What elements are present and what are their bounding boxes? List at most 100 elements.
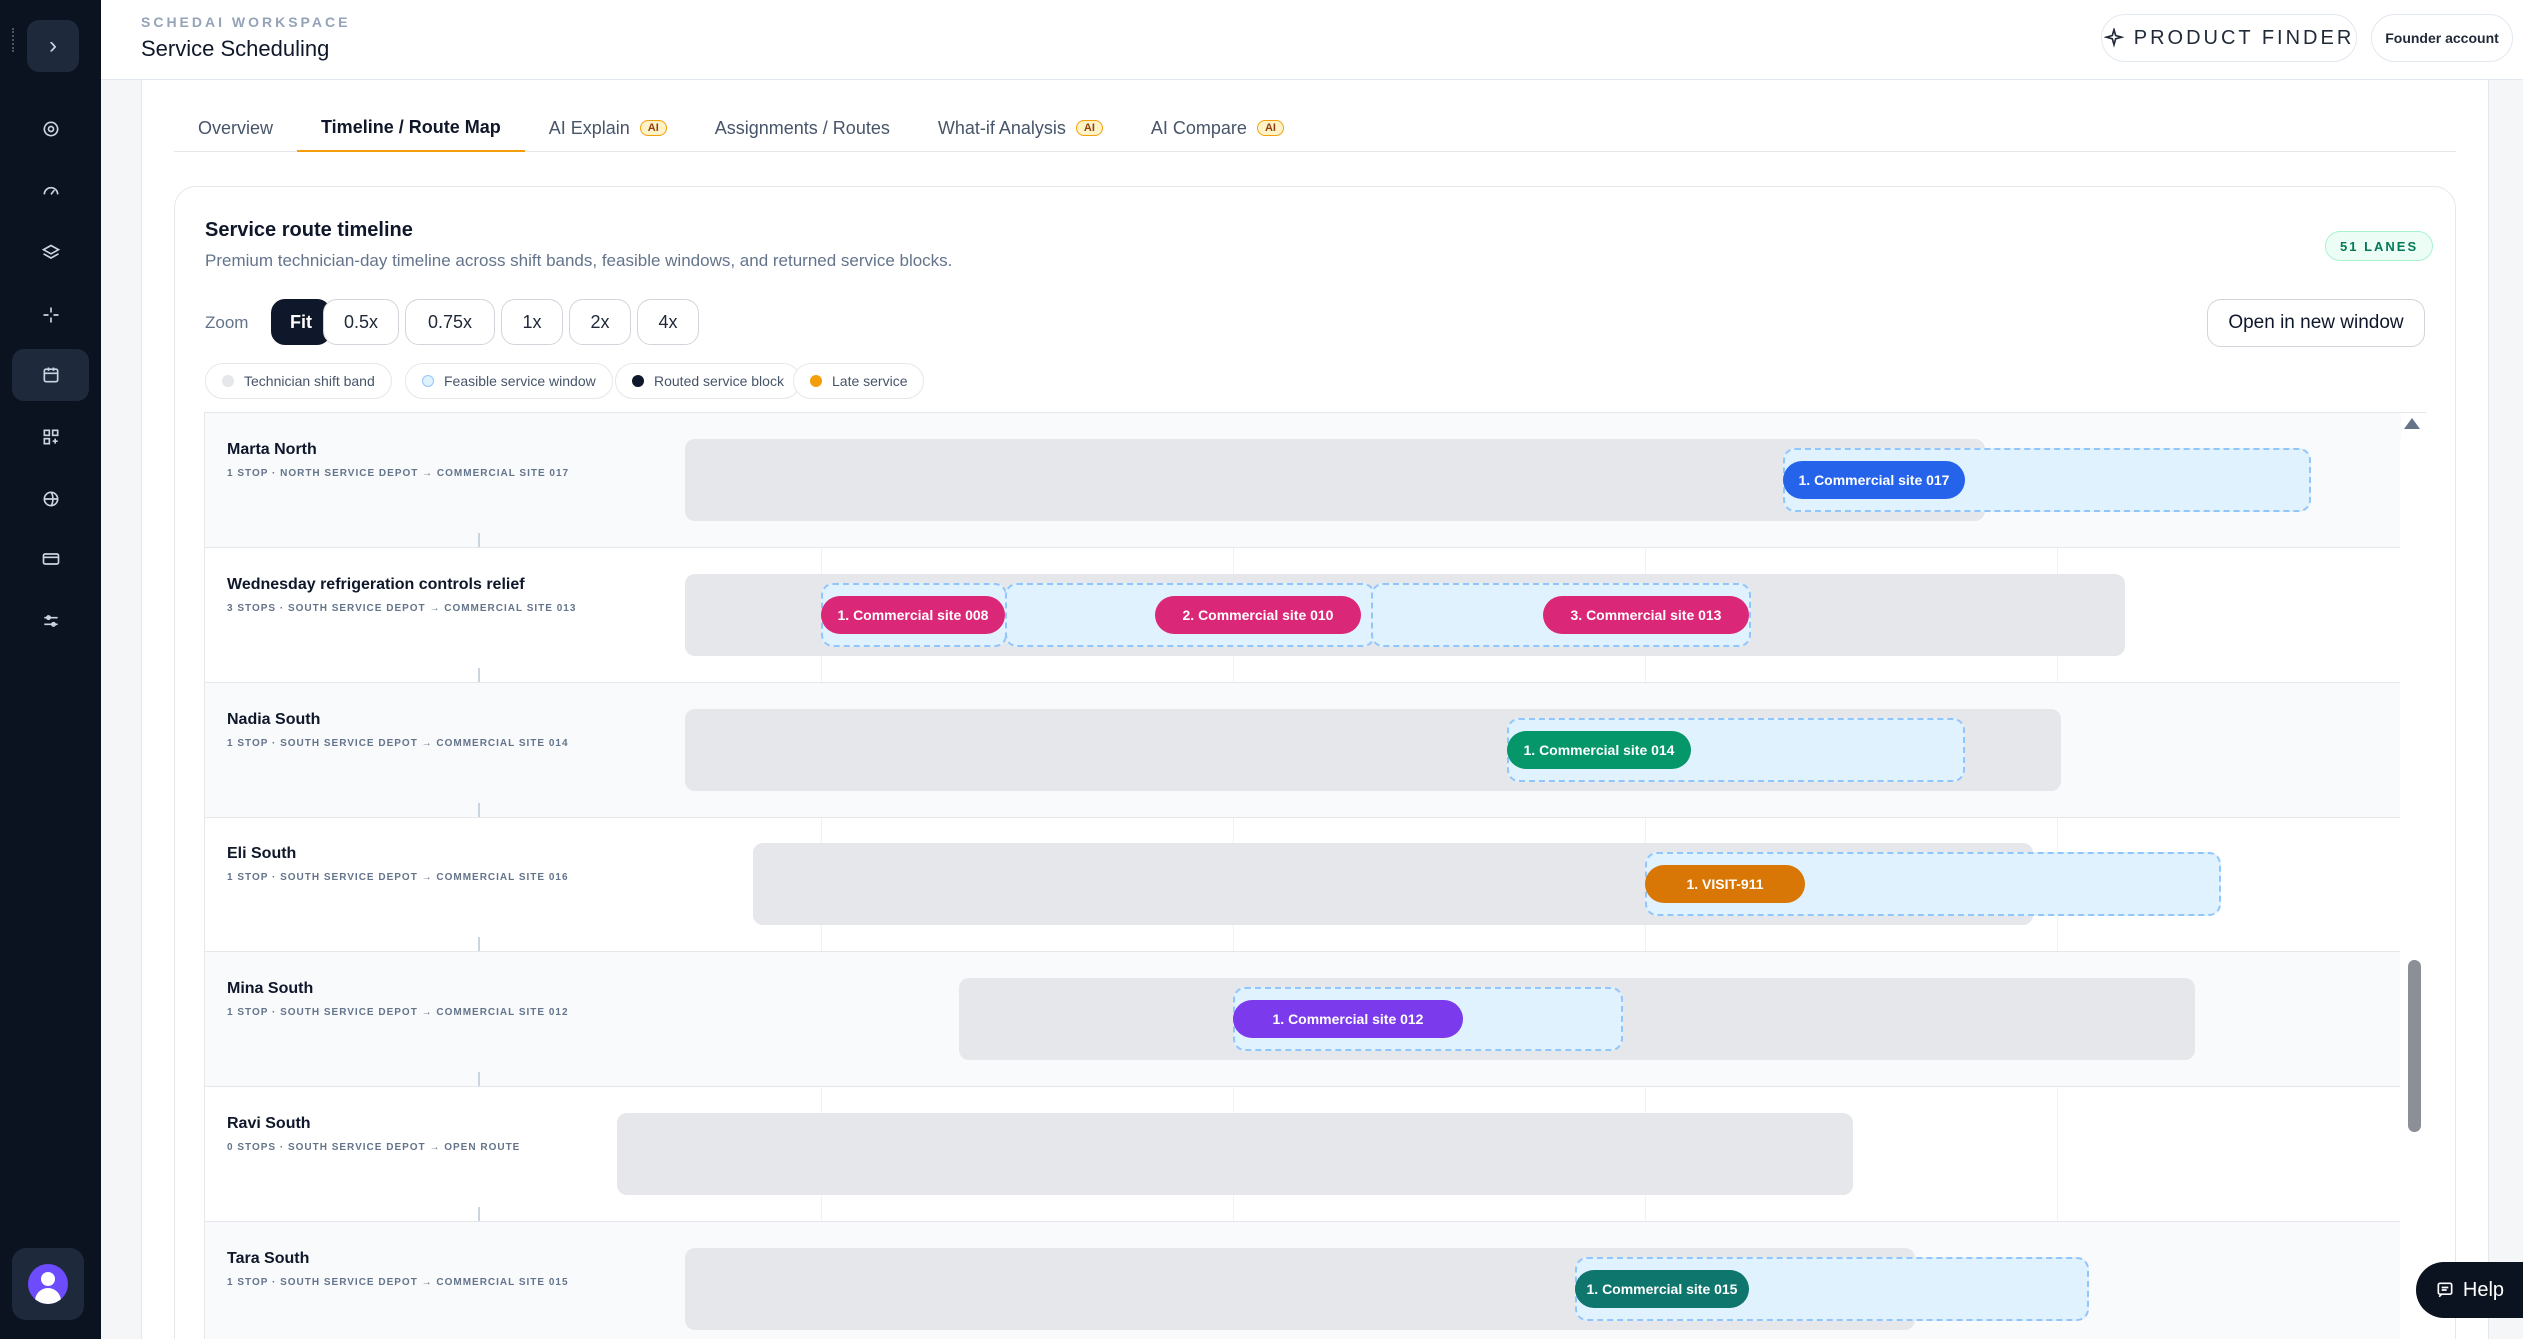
legend-item: Routed service block (615, 363, 801, 399)
user-avatar-button[interactable] (12, 1248, 84, 1320)
lane-route-summary: 1 STOP · SOUTH SERVICE DEPOT → COMMERCIA… (227, 872, 569, 883)
top-header: SCHEDAI WORKSPACE Service Scheduling PRO… (101, 0, 2523, 80)
lanes-count-badge: 51 LANES (2325, 231, 2434, 261)
page-title: Service Scheduling (141, 36, 330, 61)
gauge-icon (43, 186, 58, 195)
sidebar-item-apps[interactable] (12, 411, 89, 463)
tab-ai-explain[interactable]: AI Explain AI (525, 104, 691, 152)
routed-service-block[interactable]: 1. VISIT-911 (1645, 865, 1805, 903)
lane-technician-name: Eli South (227, 845, 297, 862)
legend-item: Technician shift band (205, 363, 392, 399)
lane-technician-name: Tara South (227, 1250, 310, 1267)
sidebar-item-ai[interactable] (12, 289, 89, 341)
avatar (28, 1264, 68, 1304)
sidebar-item-layers[interactable] (12, 227, 89, 279)
sidebar-toggle-button[interactable]: › (27, 20, 79, 72)
legend-swatch (422, 375, 434, 387)
timeline-lane: Nadia South 1 STOP · SOUTH SERVICE DEPOT … (205, 683, 2401, 818)
scroll-up-icon[interactable] (2404, 418, 2420, 429)
zoom-4x-button[interactable]: 4x (637, 299, 699, 345)
routed-service-block[interactable]: 1. Commercial site 008 (821, 596, 1005, 634)
routed-service-block[interactable]: 1. Commercial site 015 (1575, 1270, 1749, 1308)
legend-swatch (632, 375, 644, 387)
lane-technician-name: Mina South (227, 980, 314, 997)
legend-swatch (222, 375, 234, 387)
panel-title: Service route timeline (205, 219, 413, 241)
routed-service-block[interactable]: 1. Commercial site 017 (1783, 461, 1965, 499)
lane-divider-tick (478, 533, 480, 547)
zoom-Fit-button[interactable]: Fit (271, 299, 331, 345)
routed-service-block[interactable]: 3. Commercial site 013 (1543, 596, 1749, 634)
lane-divider-tick (478, 1072, 480, 1086)
tab-overview[interactable]: Overview (174, 104, 297, 152)
ai-badge: AI (1075, 120, 1103, 136)
open-new-window-button[interactable]: Open in new window (2207, 299, 2425, 347)
tab-timeline-route-map[interactable]: Timeline / Route Map (297, 104, 525, 152)
zoom-1x-button[interactable]: 1x (501, 299, 563, 345)
product-finder-button[interactable]: PRODUCT FINDER (2101, 14, 2357, 62)
ai-badge: AI (639, 120, 667, 136)
timeline-lane: Eli South 1 STOP · SOUTH SERVICE DEPOT → … (205, 817, 2401, 952)
help-label: Help (2462, 1278, 2505, 1301)
tab-what-if-analysis[interactable]: What-if Analysis AI (914, 104, 1127, 152)
zoom-label: Zoom (205, 313, 249, 332)
technician-shift-band (617, 1113, 1853, 1195)
lane-technician-name: Wednesday refrigeration controls relief (227, 576, 525, 593)
tab-label: AI Explain (548, 117, 630, 138)
tab-assignments-routes[interactable]: Assignments / Routes (691, 104, 914, 152)
sparkles-icon (43, 307, 58, 323)
timeline-lane: Tara South 1 STOP · SOUTH SERVICE DEPOT →… (205, 1222, 2401, 1339)
lane-technician-name: Marta North (227, 441, 317, 458)
legend-swatch (810, 375, 822, 387)
tab-label: Overview (198, 117, 274, 138)
tab-ai-compare[interactable]: AI Compare AI (1127, 104, 1308, 152)
sliders-icon (43, 615, 58, 627)
sidebar-item-scheduling[interactable] (12, 349, 89, 401)
sidebar-item-settings[interactable] (12, 103, 89, 155)
tab-label: Assignments / Routes (714, 117, 890, 138)
tab-label: What-if Analysis (937, 117, 1066, 138)
zoom-0-5x-button[interactable]: 0.5x (323, 299, 399, 345)
sidebar-item-network[interactable] (12, 473, 89, 525)
timeline-lane: Mina South 1 STOP · SOUTH SERVICE DEPOT →… (205, 952, 2401, 1087)
timeline-scrollbar[interactable] (2400, 440, 2420, 1339)
settings-icon (43, 121, 58, 137)
sparkles-icon (2103, 28, 2124, 48)
lane-divider-tick (478, 803, 480, 817)
workspace-label: SCHEDAI WORKSPACE (141, 14, 351, 30)
grid-plus-icon (43, 429, 59, 445)
lane-route-summary: 1 STOP · SOUTH SERVICE DEPOT → COMMERCIA… (227, 738, 569, 749)
timeline-lane: Ravi South 0 STOPS · SOUTH SERVICE DEPOT … (205, 1087, 2401, 1222)
lane-divider-tick (478, 1207, 480, 1221)
zoom-2x-button[interactable]: 2x (569, 299, 631, 345)
legend-item: Late service (793, 363, 925, 399)
timeline-grid[interactable]: Marta North 1 STOP · NORTH SERVICE DEPOT … (204, 412, 2426, 1339)
lane-route-summary: 1 STOP · SOUTH SERVICE DEPOT → COMMERCIA… (227, 1277, 569, 1288)
lane-divider-tick (478, 668, 480, 682)
scrollbar-thumb[interactable] (2408, 960, 2421, 1132)
layers-icon (41, 244, 60, 259)
zoom-0-75x-button[interactable]: 0.75x (405, 299, 495, 345)
sidebar-item-dashboard[interactable] (12, 165, 89, 217)
lane-divider-tick (478, 937, 480, 951)
sidebar-item-preferences[interactable] (12, 595, 89, 647)
lane-technician-name: Ravi South (227, 1115, 311, 1132)
tab-bar: Overview Timeline / Route Map AI Explain AI… (174, 104, 2456, 152)
account-button[interactable]: Founder account (2371, 14, 2513, 62)
lane-route-summary: 0 STOPS · SOUTH SERVICE DEPOT → OPEN ROU… (227, 1142, 521, 1153)
credit-card-icon (42, 553, 59, 565)
calendar-icon (43, 367, 58, 383)
legend-label: Technician shift band (244, 373, 375, 389)
sidebar-item-billing[interactable] (12, 533, 89, 585)
routed-service-block[interactable]: 1. Commercial site 014 (1507, 731, 1691, 769)
sidebar-grip (12, 28, 14, 52)
chat-icon (2437, 1282, 2453, 1298)
legend-label: Feasible service window (444, 373, 596, 389)
routed-service-block[interactable]: 2. Commercial site 010 (1155, 596, 1361, 634)
routed-service-block[interactable]: 1. Commercial site 012 (1233, 1000, 1463, 1038)
lane-route-summary: 3 STOPS · SOUTH SERVICE DEPOT → COMMERCI… (227, 603, 577, 614)
ai-badge: AI (1256, 120, 1284, 136)
help-button[interactable]: Help (2416, 1262, 2523, 1318)
legend-label: Late service (832, 373, 908, 389)
lane-route-summary: 1 STOP · SOUTH SERVICE DEPOT → COMMERCIA… (227, 1007, 569, 1018)
